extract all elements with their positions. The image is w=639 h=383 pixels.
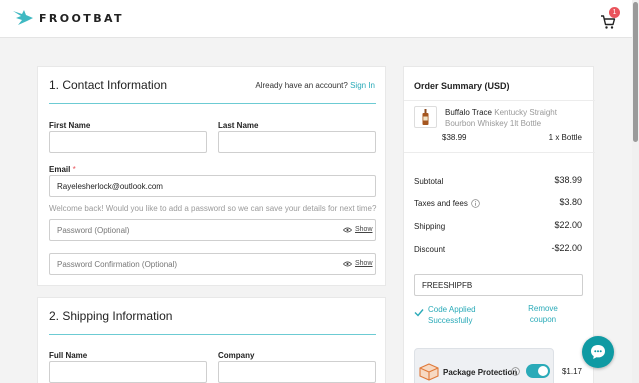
- full-name-input[interactable]: [49, 361, 207, 383]
- summary-divider: [404, 152, 595, 153]
- code-applied-status: Code Applied Successfully: [428, 305, 476, 325]
- first-name-input[interactable]: [49, 131, 207, 153]
- info-icon[interactable]: [511, 367, 520, 376]
- shipping-section-title: 2. Shipping Information: [49, 309, 173, 323]
- subtotal-value: $38.99: [554, 175, 582, 185]
- signin-prompt: Already have an account? Sign In: [255, 81, 375, 90]
- password-input[interactable]: [49, 219, 376, 241]
- check-icon: [414, 309, 424, 317]
- brand-name: FROOTBAT: [39, 11, 124, 25]
- product-price: $38.99: [442, 133, 467, 142]
- discount-label: Discount: [414, 245, 446, 254]
- full-name-label: Full Name: [49, 351, 88, 360]
- contact-information-section: 1. Contact Information Already have an a…: [37, 66, 386, 286]
- taxes-row-label: Taxes and fees: [414, 199, 480, 208]
- frootbat-logo-icon: [13, 10, 33, 25]
- brand-logo[interactable]: FROOTBAT: [12, 8, 124, 28]
- email-label: Email *: [49, 165, 76, 174]
- box-icon: [419, 363, 439, 381]
- package-protection-toggle[interactable]: [526, 364, 550, 378]
- email-input[interactable]: [49, 175, 376, 197]
- discount-code-input[interactable]: [414, 274, 583, 296]
- password-confirmation-input[interactable]: [49, 253, 376, 275]
- package-protection-price: $1.17: [561, 367, 582, 376]
- taxes-label: Taxes and fees: [414, 199, 468, 208]
- show-label: Show: [355, 226, 373, 233]
- cart-button[interactable]: 1: [598, 7, 622, 31]
- signin-link[interactable]: Sign In: [350, 81, 375, 90]
- last-name-label: Last Name: [218, 121, 259, 130]
- show-password-toggle[interactable]: Show: [343, 226, 373, 233]
- info-icon[interactable]: [471, 199, 480, 208]
- product-name: Buffalo Trace Kentucky Straight Bourbon …: [445, 107, 585, 129]
- shipping-value: $22.00: [554, 220, 582, 230]
- page-scrollbar[interactable]: [632, 0, 639, 383]
- shipping-information-section: 2. Shipping Information Full Name Compan…: [37, 297, 386, 383]
- section-divider: [49, 103, 376, 104]
- site-header: FROOTBAT 1: [0, 0, 632, 38]
- eye-icon: [343, 261, 352, 266]
- toggle-knob: [538, 366, 548, 376]
- email-label-text: Email: [49, 165, 71, 174]
- product-title: Buffalo Trace: [445, 108, 492, 117]
- signin-prompt-text: Already have an account?: [255, 81, 348, 90]
- package-protection-box: Package Protection: [414, 348, 554, 383]
- eye-icon: [343, 227, 352, 232]
- required-marker: *: [72, 165, 76, 174]
- section-divider: [49, 334, 376, 335]
- welcome-back-hint: Welcome back! Would you like to add a pa…: [49, 204, 377, 213]
- show-password-confirmation-toggle[interactable]: Show: [343, 260, 373, 267]
- bottle-icon: [422, 109, 429, 125]
- summary-divider: [404, 100, 595, 101]
- taxes-value: $3.80: [559, 197, 582, 207]
- cart-count-badge: 1: [609, 7, 620, 18]
- contact-section-title: 1. Contact Information: [49, 78, 168, 92]
- chat-icon: [591, 345, 605, 359]
- company-label: Company: [218, 351, 255, 360]
- product-quantity: 1 x Bottle: [548, 133, 582, 142]
- chat-button[interactable]: [582, 336, 614, 368]
- scrollbar-thumb[interactable]: [633, 2, 638, 142]
- order-summary-section: Order Summary (USD) Buffalo Trace Kentuc…: [403, 66, 595, 383]
- package-protection-label: Package Protection: [443, 368, 518, 377]
- show-label: Show: [355, 260, 373, 267]
- subtotal-label: Subtotal: [414, 177, 444, 186]
- discount-value: -$22.00: [551, 243, 582, 253]
- shipping-label: Shipping: [414, 222, 446, 231]
- last-name-input[interactable]: [218, 131, 376, 153]
- company-input[interactable]: [218, 361, 376, 383]
- remove-coupon-link[interactable]: Remove coupon: [523, 303, 563, 325]
- order-summary-title: Order Summary (USD): [414, 81, 510, 91]
- first-name-label: First Name: [49, 121, 91, 130]
- product-thumbnail: [414, 106, 437, 128]
